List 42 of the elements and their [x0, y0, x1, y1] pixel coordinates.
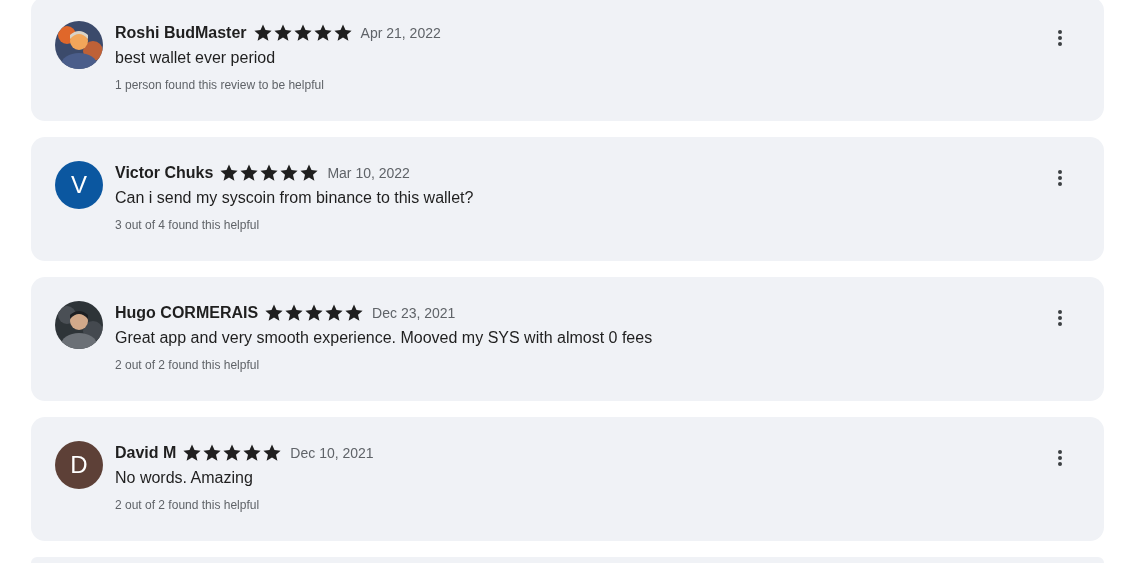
reviewer-name: Roshi BudMaster [115, 24, 247, 42]
more-vert-icon [1058, 30, 1062, 46]
reviewer-name: Hugo CORMERAIS [115, 304, 259, 322]
helpful-count: 2 out of 2 found this helpful [115, 358, 261, 372]
star-icon [264, 303, 285, 323]
review-text: Great app and very smooth experience. Mooved my SYS with almost 0 fees [115, 329, 654, 347]
helpful-count: 1 person found this review to be helpful [115, 78, 325, 92]
review-date: Mar 10, 2022 [327, 165, 410, 181]
review-date: Apr 21, 2022 [360, 25, 441, 41]
star-icon [279, 163, 300, 183]
star-icon [242, 443, 263, 463]
avatar: V [55, 161, 103, 209]
star-icon [292, 23, 313, 43]
review-date: Dec 10, 2021 [290, 445, 374, 461]
helpful-count: 2 out of 2 found this helpful [115, 498, 261, 512]
reviewer-name: Victor Chuks [115, 164, 214, 182]
star-icon [272, 23, 293, 43]
star-icon [202, 443, 223, 463]
star-icon [252, 23, 273, 43]
more-vert-icon [1058, 310, 1062, 326]
star-icon [262, 443, 283, 463]
more-vert-icon [1058, 450, 1062, 466]
review-date: Dec 23, 2021 [372, 305, 456, 321]
star-icon [239, 163, 260, 183]
review-text: best wallet ever period [115, 49, 277, 67]
star-icon [332, 23, 353, 43]
star-icon [182, 443, 203, 463]
star-icon [344, 303, 365, 323]
review-text: No words. Amazing [115, 469, 254, 487]
star-icon [284, 303, 305, 323]
more-vert-icon [1058, 170, 1062, 186]
star-icon [312, 23, 333, 43]
helpful-count: 3 out of 4 found this helpful [115, 218, 261, 232]
star-icon [299, 163, 320, 183]
star-icon [219, 163, 240, 183]
review-text: Can i send my syscoin from binance to this wallet? [115, 189, 475, 207]
star-icon [324, 303, 345, 323]
star-icon [222, 443, 243, 463]
star-icon [304, 303, 325, 323]
star-icon [259, 163, 280, 183]
reviewer-name: David M [115, 444, 177, 462]
avatar: D [55, 441, 103, 489]
